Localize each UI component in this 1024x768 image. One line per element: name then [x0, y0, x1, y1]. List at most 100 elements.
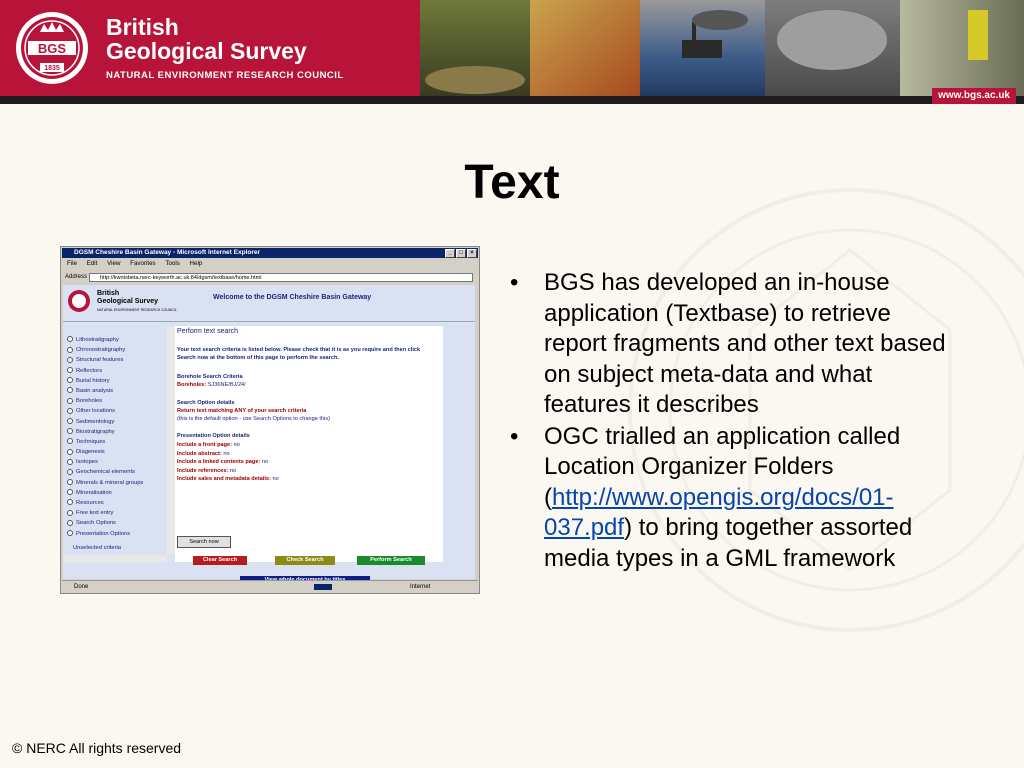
radio-icon[interactable] — [67, 367, 73, 374]
content-title: Perform text search — [177, 328, 239, 335]
radio-icon[interactable] — [67, 387, 73, 394]
unselected-criteria-label: Unselected criteria — [73, 545, 122, 551]
nav-option[interactable]: Other locations — [67, 406, 173, 416]
nav-option[interactable]: Search Options — [67, 518, 173, 528]
radio-icon[interactable] — [67, 397, 73, 404]
presentation-list: Include a front page: no Include abstrac… — [177, 441, 279, 484]
radio-icon[interactable] — [67, 509, 73, 516]
radio-icon[interactable] — [67, 468, 73, 475]
radio-icon[interactable] — [67, 519, 73, 526]
bullet-text: BGS has developed an in-house applicatio… — [544, 269, 946, 418]
nav-option[interactable]: Resources — [67, 498, 173, 508]
nav-option[interactable]: Minerals & mineral groups — [67, 478, 173, 488]
radio-icon[interactable] — [67, 530, 73, 537]
maximize-icon[interactable]: □ — [456, 249, 466, 258]
svg-text:1835: 1835 — [44, 65, 60, 72]
nav-option-label: Resources — [76, 500, 104, 506]
browser-menubar: File Edit View Favorites Tools Help — [63, 260, 206, 270]
page-welcome-heading: Welcome to the DGSM Cheshire Basin Gatew… — [213, 294, 372, 301]
nav-option-label: Techniques — [76, 438, 106, 445]
perform-search-button[interactable]: Perform Search — [357, 556, 425, 565]
nav-option[interactable]: Burial history — [67, 376, 173, 386]
menu-favorites[interactable]: Favorites — [130, 260, 155, 267]
menu-edit[interactable]: Edit — [87, 260, 98, 267]
nav-option-label: Boreholes — [76, 398, 103, 405]
nav-option[interactable]: Diagenesis — [67, 447, 173, 457]
browser-screenshot: DGSM Cheshire Basin Gateway - Microsoft … — [60, 246, 480, 594]
nav-option-label: Basin analysis — [76, 387, 114, 394]
close-icon[interactable]: × — [467, 249, 477, 258]
svg-text:BGS: BGS — [38, 41, 67, 56]
borehole-value: SJ36NE/BJ/24/ — [207, 382, 246, 388]
nav-option[interactable]: Structural features — [67, 355, 173, 365]
nav-horizontal-scrollbar[interactable] — [63, 555, 167, 562]
nav-option[interactable]: Reflectors — [67, 366, 173, 376]
radio-icon[interactable] — [67, 356, 73, 363]
minimize-icon[interactable]: _ — [445, 249, 455, 258]
radio-icon[interactable] — [67, 489, 73, 496]
radio-icon[interactable] — [67, 499, 73, 506]
org-name-line1: British — [106, 14, 179, 40]
nav-option-label: Structural features — [76, 357, 124, 364]
radio-icon[interactable] — [67, 407, 73, 414]
presentation-item: Include abstract: no — [177, 450, 230, 457]
nav-option[interactable]: Sedimentology — [67, 417, 173, 427]
nav-scrollbar[interactable] — [167, 326, 175, 554]
browser-statusbar: Done Internet — [62, 580, 478, 593]
menu-view[interactable]: View — [107, 260, 120, 267]
nav-option-label: Diagenesis — [76, 449, 105, 456]
radio-icon[interactable] — [67, 377, 73, 384]
radio-icon[interactable] — [67, 458, 73, 465]
clear-search-button[interactable]: Clear Search — [193, 556, 247, 565]
radio-icon[interactable] — [67, 336, 73, 343]
page-nav-list: Lithostratigraphy Chronostratigraphy Struc… — [67, 335, 173, 539]
search-now-button[interactable]: Search now — [177, 536, 231, 548]
presentation-item: Include a linked contents page: no — [177, 459, 269, 465]
search-option-line: Return text matching ANY of your search … — [177, 408, 307, 414]
nav-option[interactable]: Boreholes — [67, 396, 173, 406]
nav-option[interactable]: Biostratigraphy — [67, 427, 173, 437]
page-logo-icon — [68, 290, 90, 312]
presentation-heading: Presentation Option details — [177, 433, 250, 439]
status-progress — [314, 584, 332, 590]
nav-option-label: Burial history — [76, 377, 110, 384]
bullet-item: BGS has developed an in-house applicatio… — [510, 268, 950, 421]
nav-option[interactable]: Presentation Options — [67, 529, 173, 539]
radio-icon[interactable] — [67, 438, 73, 445]
browser-titlebar: DGSM Cheshire Basin Gateway - Microsoft … — [62, 248, 478, 258]
radio-icon[interactable] — [67, 346, 73, 353]
radio-icon[interactable] — [67, 448, 73, 455]
menu-file[interactable]: File — [67, 260, 77, 267]
search-option-heading: Search Option details — [177, 400, 235, 406]
nav-option[interactable]: Isotopes — [67, 457, 173, 467]
nav-option[interactable]: Mineralisation — [67, 488, 173, 498]
menu-tools[interactable]: Tools — [165, 260, 179, 267]
nav-option-label: Search Options — [76, 520, 116, 527]
radio-icon[interactable] — [67, 479, 73, 486]
nav-option[interactable]: Geochemical elements — [67, 467, 173, 477]
address-field[interactable]: http://kwntsbeta.nerc-keyworth.ac.uk:84/… — [89, 273, 473, 282]
page-org-sub: NATURAL ENVIRONMENT RESEARCH COUNCIL — [97, 308, 177, 312]
nav-option-label: Chronostratigraphy — [76, 347, 126, 354]
bullet-list: BGS has developed an in-house applicatio… — [510, 268, 950, 575]
radio-icon[interactable] — [67, 428, 73, 435]
menu-help[interactable]: Help — [190, 260, 203, 267]
nav-option[interactable]: Chronostratigraphy — [67, 345, 173, 355]
browser-page: British Geological Survey NATURAL ENVIRO… — [63, 285, 475, 585]
website-url[interactable]: www.bgs.ac.uk — [932, 88, 1016, 104]
borehole-label: Boreholes: — [177, 382, 207, 388]
nav-option-label: Mineralisation — [76, 489, 112, 496]
nav-option[interactable]: Basin analysis — [67, 386, 173, 396]
radio-icon[interactable] — [67, 417, 73, 424]
nav-option[interactable]: Techniques — [67, 437, 173, 447]
presentation-item: Include sales and metadata details: no — [177, 476, 279, 482]
page-content: Perform text search Your text search cri… — [175, 326, 443, 585]
nav-option[interactable]: Free text entry — [67, 508, 173, 518]
nav-option[interactable]: Lithostratigraphy — [67, 335, 173, 345]
slide-title: Text — [464, 156, 560, 209]
check-search-button[interactable]: Check Search — [275, 556, 335, 565]
address-label: Address — [65, 274, 88, 280]
bgs-logo-icon: BGS 1835 — [16, 12, 88, 84]
copyright-footer: © NERC All rights reserved — [12, 740, 182, 756]
header-banner: BGS 1835 British Geological Survey NATUR… — [0, 0, 1024, 104]
